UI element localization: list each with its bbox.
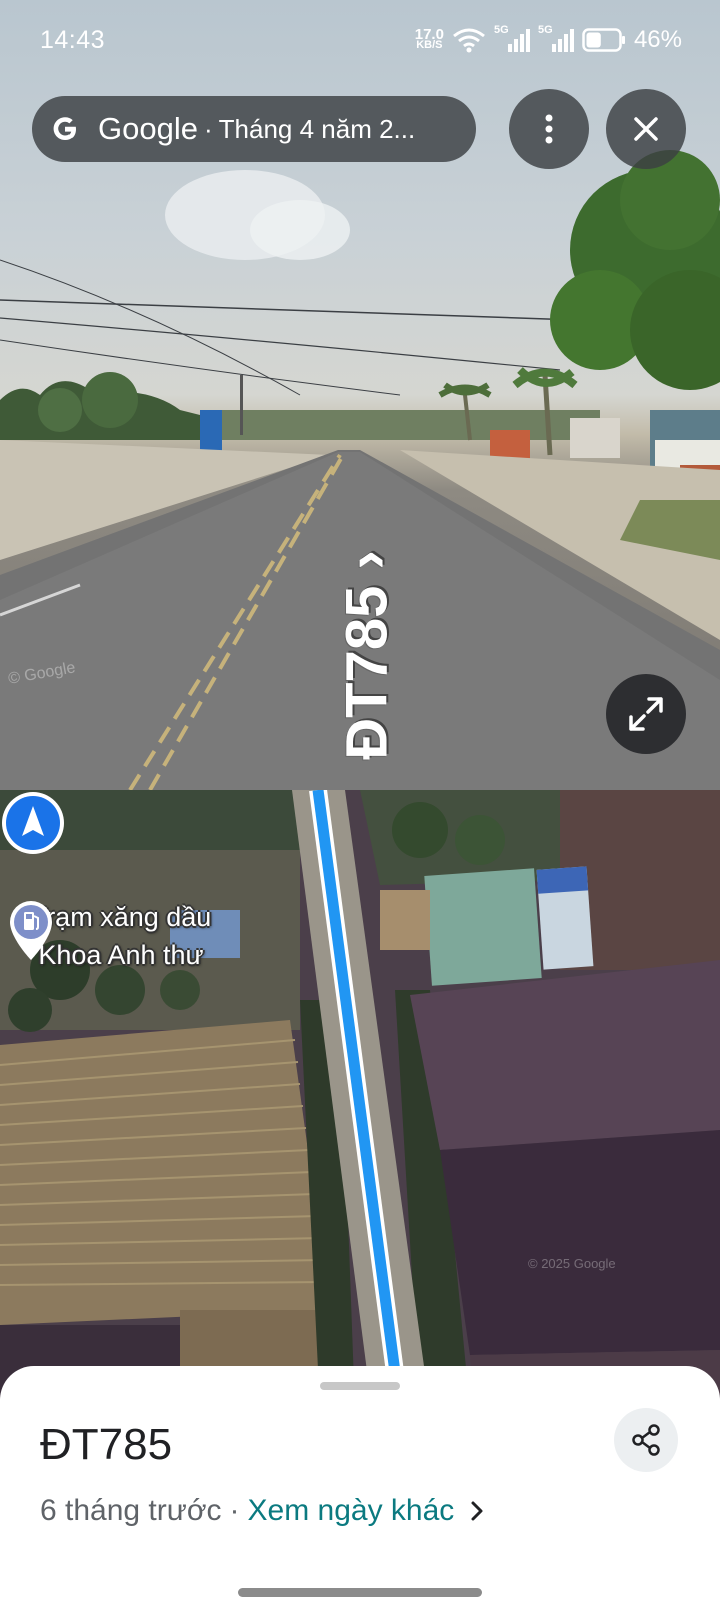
share-icon [632, 1424, 660, 1456]
date-row: 6 tháng trước · Xem ngày khác [40, 1494, 484, 1528]
expand-icon [629, 697, 663, 731]
battery-icon [582, 28, 625, 52]
brand-label: Google [98, 111, 198, 146]
share-button[interactable] [614, 1408, 678, 1472]
status-bar: 14:43 17.0 KB/S 5G 5G 46% [0, 0, 720, 86]
street-view-title-chip[interactable]: Google · Tháng 4 năm 2... [32, 96, 476, 162]
close-button[interactable] [606, 89, 686, 169]
more-options-button[interactable] [509, 89, 589, 169]
home-indicator[interactable] [238, 1588, 482, 1597]
battery-percent: 46% [633, 26, 682, 53]
street-view-panorama[interactable]: 14:43 17.0 KB/S 5G 5G 46% Google · Tháng… [0, 0, 720, 790]
bottom-sheet: ĐT785 6 tháng trước · Xem ngày khác [0, 1366, 720, 1610]
poi-gas-station[interactable]: Trạm xăng dầu Khoa Anh thư [6, 898, 296, 974]
capture-date: Tháng 4 năm 2... [218, 113, 416, 144]
see-other-dates-link[interactable]: Xem ngày khác [248, 1494, 455, 1528]
google-g-icon [53, 117, 76, 140]
location-arrow-icon[interactable] [0, 790, 66, 856]
chevron-right-icon[interactable] [470, 1500, 484, 1522]
network-speed-unit: KB/S [416, 39, 443, 51]
signal-2-icon: 5G [538, 24, 574, 54]
relative-date: 6 tháng trước [40, 1494, 222, 1527]
close-icon [634, 117, 658, 141]
expand-button[interactable] [606, 674, 686, 754]
map-watermark: © 2025 Google [528, 1256, 616, 1271]
road-label: ĐT785 › [312, 550, 422, 760]
title-separator: · [203, 113, 213, 144]
status-icons: 17.0 KB/S 5G 5G 46% [415, 24, 682, 54]
satellite-map[interactable]: Trạm xăng dầu Khoa Anh thư © 2025 Google [0, 790, 720, 1410]
gas-station-icon [10, 901, 52, 960]
date-separator: · [229, 1494, 240, 1527]
road-label-text: ĐT785 › [334, 550, 400, 760]
status-time: 14:43 [40, 26, 106, 54]
network-speed: 17.0 KB/S [415, 27, 444, 51]
sheet-drag-handle[interactable] [320, 1382, 400, 1390]
wifi-icon [453, 28, 485, 53]
place-title: ĐT785 [40, 1420, 173, 1469]
signal-1-icon: 5G [494, 24, 530, 54]
satellite-imagery [0, 790, 720, 1410]
more-vert-icon [545, 114, 553, 144]
